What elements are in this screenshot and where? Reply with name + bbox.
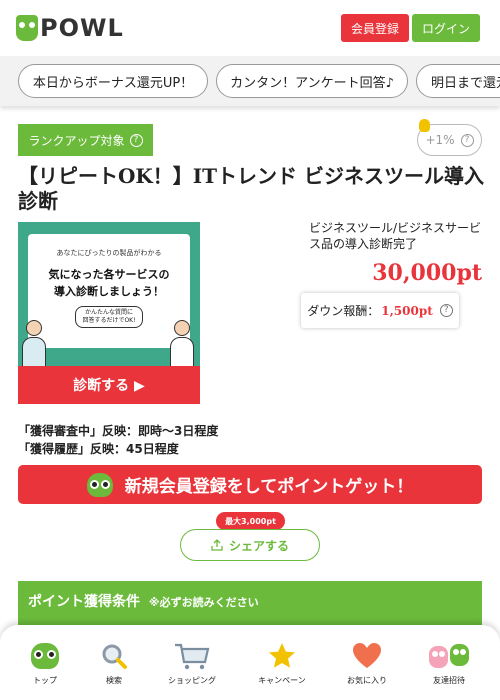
banner-card: あなたにぴったりの製品がわかる 気になった各サービスの 導入診断しましょう！ か…	[28, 234, 190, 348]
man-illustration-icon	[22, 320, 46, 367]
nav-search[interactable]: 検索	[79, 641, 149, 686]
diagnose-button[interactable]: 診断する ▶	[18, 366, 200, 404]
nav-invite-friends[interactable]: 友達招待	[414, 641, 484, 686]
banner-sub-text: かんたんな質問に 回答するだけでOK!	[75, 306, 143, 328]
star-icon	[247, 641, 317, 671]
help-icon: ?	[129, 133, 143, 147]
offer-banner[interactable]: あなたにぴったりの製品がわかる 気になった各サービスの 導入診断しましょう！ か…	[18, 222, 200, 404]
campaign-tabs: 本日からボーナス還元UP！ カンタン！アンケート回答♪ 明日まで還元	[0, 56, 500, 106]
down-reward-label: ダウン報酬：	[307, 304, 380, 318]
nav-favorites[interactable]: お気に入り	[332, 641, 402, 686]
owl-badge-icon	[419, 119, 430, 132]
help-icon: ?	[460, 133, 474, 147]
friends-icon	[414, 641, 484, 671]
review-timing: 「獲得審査中」反映：即時～3日程度 「獲得履歴」反映：45日程度	[18, 422, 218, 458]
offer-title: 【リピートOK！】ITトレンド ビジネスツール導入診断	[18, 164, 485, 213]
owl-icon	[86, 472, 113, 497]
conditions-note: ※必ずお読みください	[148, 596, 259, 609]
banner-main-text: 気になった各サービスの 導入診断しましょう！	[48, 268, 170, 298]
review-history-line: 「獲得履歴」反映：45日程度	[18, 442, 179, 456]
tab-until-tomorrow[interactable]: 明日まで還元	[416, 64, 500, 98]
logo-text: POWL	[40, 14, 124, 42]
rankup-badge[interactable]: ランクアップ対象 ?	[18, 124, 153, 156]
bonus-rate-label: +1%	[425, 133, 455, 147]
owl-logo-icon	[16, 15, 38, 41]
down-reward-value: 1,500pt	[381, 303, 433, 318]
signup-banner[interactable]: 新規会員登録をしてポイントゲット！	[18, 465, 482, 504]
woman-illustration-icon	[170, 320, 194, 367]
share-button[interactable]: シェアする	[180, 529, 320, 561]
nav-campaign[interactable]: キャンペーン	[247, 641, 317, 686]
rankup-label: ランクアップ対象	[28, 133, 125, 148]
share-max-badge: 最大3,000pt	[216, 512, 285, 535]
signup-banner-label: 新規会員登録をしてポイントゲット！	[124, 477, 414, 497]
share-label: シェアする	[228, 538, 289, 553]
owl-icon	[10, 641, 80, 671]
heart-icon	[332, 641, 402, 671]
logo[interactable]: POWL	[16, 14, 124, 42]
tab-survey[interactable]: カンタン！アンケート回答♪	[216, 64, 408, 98]
banner-small-text: あなたにぴったりの製品がわかる	[56, 249, 162, 257]
offer-category: ビジネスツール/ビジネスサービス品の導入診断完了	[309, 221, 482, 251]
conditions-title: ポイント獲得条件	[28, 594, 140, 610]
search-icon	[79, 641, 149, 671]
nav-shopping[interactable]: ショッピング	[157, 641, 227, 686]
review-pending-line: 「獲得審査中」反映：即時～3日程度	[18, 424, 219, 438]
point-conditions-header: ポイント獲得条件 ※必ずお読みください	[18, 581, 482, 625]
offer-points: 30,000pt	[372, 260, 482, 286]
cart-icon	[157, 641, 227, 671]
nav-top[interactable]: トップ	[10, 641, 80, 686]
down-reward-box[interactable]: ダウン報酬： 1,500pt ?	[301, 293, 459, 328]
login-button[interactable]: ログイン	[412, 14, 480, 42]
register-button[interactable]: 会員登録	[341, 14, 409, 42]
bottom-navigation: トップ 検索 ショッピング キャンペーン お気に入り 友達招待	[0, 625, 500, 700]
help-icon: ?	[439, 304, 453, 317]
tab-bonus-up[interactable]: 本日からボーナス還元UP！	[18, 64, 208, 98]
site-header: POWL 会員登録 ログイン	[0, 0, 500, 56]
share-icon	[211, 539, 223, 551]
